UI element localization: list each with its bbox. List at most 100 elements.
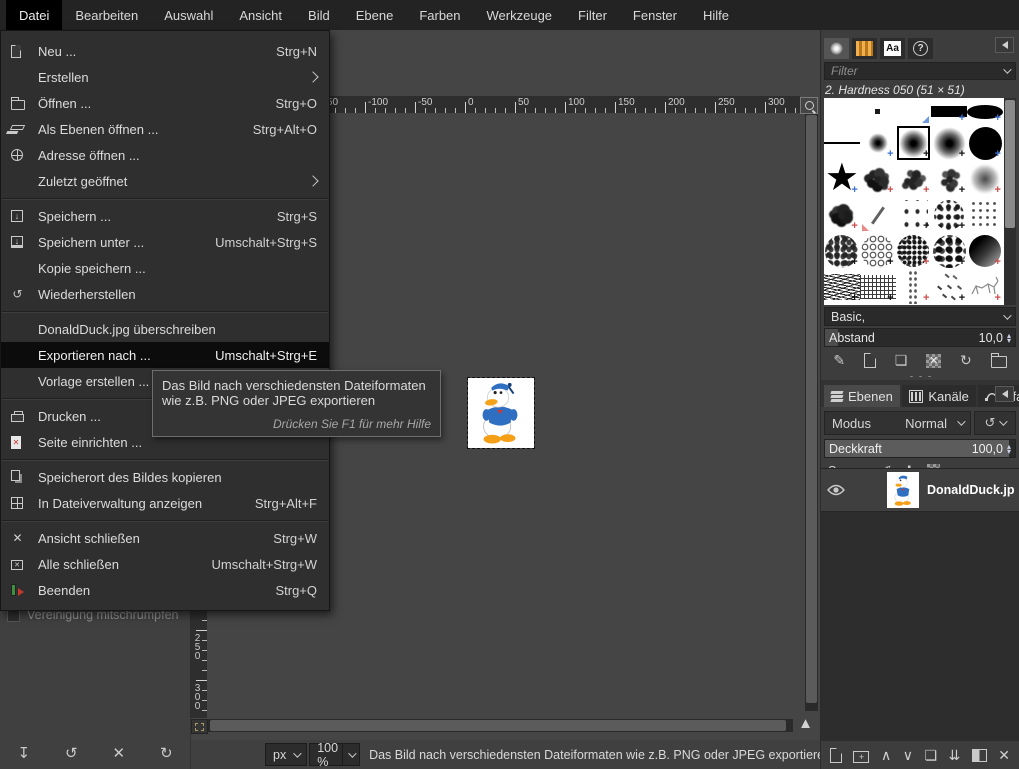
scrollbar-thumb[interactable] [210, 720, 786, 731]
brush-filter-input[interactable]: Filter [824, 62, 1016, 80]
brush-cell[interactable]: ★ + [824, 161, 860, 197]
canvas-image-donaldduck[interactable] [467, 377, 535, 449]
brush-cell[interactable]: + [931, 125, 967, 161]
layer-visibility-toggle[interactable] [827, 484, 845, 496]
duplicate-layer-icon[interactable]: ❏ [924, 747, 937, 764]
brush-cell[interactable]: + [967, 98, 1003, 125]
menu-item-alle-schließen[interactable]: Alle schließen Umschalt+Strg+W [1, 551, 329, 577]
brush-cell[interactable]: + [896, 161, 932, 197]
menu-item-beenden[interactable]: Beenden Strg+Q [1, 577, 329, 603]
brush-cell[interactable]: + [931, 269, 967, 305]
add-layer-mask-icon[interactable] [971, 748, 987, 762]
tab-patterns[interactable] [852, 38, 877, 59]
tab-brushes[interactable] [824, 38, 849, 59]
tab-fonts[interactable]: Aa [880, 38, 905, 59]
menu-item-wiederherstellen[interactable]: Wiederherstellen [1, 281, 329, 307]
edit-brush-icon[interactable]: ✎ [833, 352, 845, 369]
tab-channels[interactable]: Kanäle [901, 385, 976, 407]
brush-cell[interactable]: + [824, 197, 860, 233]
layer-row-donaldduck[interactable]: DonaldDuck.jp [821, 469, 1019, 512]
layer-mode-dropdown[interactable]: Modus Normal [824, 411, 971, 435]
menu-item-speichern-unter[interactable]: Speichern unter ... Umschalt+Strg+S [1, 229, 329, 255]
brush-cell[interactable]: + [967, 269, 1003, 305]
menubar-item-bild[interactable]: Bild [295, 0, 343, 30]
menubar-item-bearbeiten[interactable]: Bearbeiten [62, 0, 151, 30]
menu-item-zuletzt-geöffnet[interactable]: Zuletzt geöffnet [1, 168, 329, 194]
zoom-dropdown[interactable] [342, 743, 361, 766]
zoom-level[interactable]: 100 % [309, 741, 343, 769]
menubar-item-fenster[interactable]: Fenster [620, 0, 690, 30]
quick-mask-toggle[interactable] [191, 719, 208, 734]
brush-cell[interactable]: + [860, 233, 896, 269]
spin-down-icon[interactable] [1007, 449, 1011, 454]
spinner[interactable] [1007, 444, 1011, 454]
navigation-button[interactable]: ▲ [793, 711, 818, 735]
menu-item-erstellen[interactable]: Erstellen [1, 64, 329, 90]
brush-cell[interactable] [860, 197, 896, 233]
reset-tool-options-icon[interactable]: ↻ [160, 744, 173, 762]
merge-down-icon[interactable]: ⇊ [948, 747, 960, 764]
brush-cell[interactable] [860, 98, 896, 125]
dock-resize-grip[interactable] [821, 373, 1019, 380]
menu-item-speichern[interactable]: Speichern ... Strg+S [1, 203, 329, 229]
brush-cell[interactable]: + [967, 233, 1003, 269]
duplicate-brush-icon[interactable]: ❏ [895, 352, 908, 369]
menu-item-exportieren-nach[interactable]: Exportieren nach ... Umschalt+Strg+E [1, 342, 329, 368]
refresh-brushes-icon[interactable]: ↻ [960, 352, 972, 369]
brush-cell[interactable]: + [860, 125, 896, 161]
brush-cell[interactable]: + [967, 125, 1003, 161]
spin-down-icon[interactable] [1007, 338, 1011, 343]
brush-cell[interactable]: + [824, 233, 860, 269]
delete-tool-options-icon[interactable]: ✕ [112, 744, 125, 762]
menu-item-speicherort-des-bildes-kopieren[interactable]: Speicherort des Bildes kopieren [1, 464, 329, 490]
menubar-item-hilfe[interactable]: Hilfe [690, 0, 742, 30]
delete-brush-icon[interactable] [926, 353, 942, 368]
horizontal-scrollbar[interactable] [207, 719, 793, 732]
brush-cell[interactable]: + [860, 161, 896, 197]
menu-item-kopie-speichern[interactable]: Kopie speichern ... [1, 255, 329, 281]
menubar-item-auswahl[interactable]: Auswahl [151, 0, 226, 30]
brush-cell[interactable]: + [896, 197, 932, 233]
dock-menu-button[interactable] [995, 386, 1014, 402]
raise-layer-icon[interactable]: ∧ [881, 747, 891, 764]
brush-cell[interactable] [896, 98, 932, 125]
tab-layers[interactable]: Ebenen [824, 385, 900, 407]
scrollbar-thumb[interactable] [1005, 100, 1015, 229]
restore-tool-options-icon[interactable]: ↺ [65, 744, 78, 762]
brush-scrollbar[interactable] [1004, 98, 1016, 305]
open-brush-as-image-icon[interactable] [990, 353, 1007, 368]
brush-cell[interactable]: + [931, 197, 967, 233]
layer-thumbnail[interactable] [887, 472, 919, 508]
brush-cell[interactable] [824, 125, 860, 161]
menu-item-als-ebenen-öffnen[interactable]: Als Ebenen öffnen ... Strg+Alt+O [1, 116, 329, 142]
menubar-item-filter[interactable]: Filter [565, 0, 620, 30]
save-tool-options-icon[interactable]: ↧ [17, 744, 30, 762]
brush-cell[interactable]: + [931, 98, 968, 125]
menubar-item-farben[interactable]: Farben [406, 0, 473, 30]
brush-cell[interactable]: + [896, 269, 932, 305]
spinner[interactable] [1007, 333, 1011, 343]
zoom-follow-window-button[interactable] [800, 97, 818, 114]
new-brush-icon[interactable] [863, 353, 876, 368]
dock-menu-button[interactable] [995, 37, 1014, 53]
menubar-item-ansicht[interactable]: Ansicht [226, 0, 295, 30]
menu-item-öffnen[interactable]: Öffnen ... Strg+O [1, 90, 329, 116]
brush-cell[interactable]: + [931, 233, 967, 269]
brush-cell[interactable]: + [824, 269, 860, 305]
menu-item-ansicht-schließen[interactable]: Ansicht schließen Strg+W [1, 525, 329, 551]
new-layer-group-icon[interactable] [853, 750, 870, 763]
menubar-item-werkzeuge[interactable]: Werkzeuge [474, 0, 566, 30]
brush-cell[interactable] [824, 98, 860, 125]
mode-group-switch-button[interactable]: ↺ [974, 411, 1016, 435]
brush-cell[interactable]: + [896, 233, 932, 269]
new-layer-icon[interactable] [830, 747, 842, 763]
layer-opacity-slider[interactable]: Deckkraft 100,0 [824, 439, 1016, 458]
menubar-item-datei[interactable]: Datei [6, 0, 63, 30]
menu-item-neu[interactable]: Neu ... Strg+N [1, 38, 329, 64]
brush-cell[interactable] [967, 197, 1003, 233]
vertical-scrollbar[interactable] [805, 113, 818, 711]
brush-group-dropdown[interactable]: Basic, [824, 307, 1016, 326]
lower-layer-icon[interactable]: ∨ [903, 747, 913, 764]
brush-cell[interactable]: + [967, 161, 1003, 197]
delete-layer-icon[interactable]: ✕ [998, 747, 1010, 764]
